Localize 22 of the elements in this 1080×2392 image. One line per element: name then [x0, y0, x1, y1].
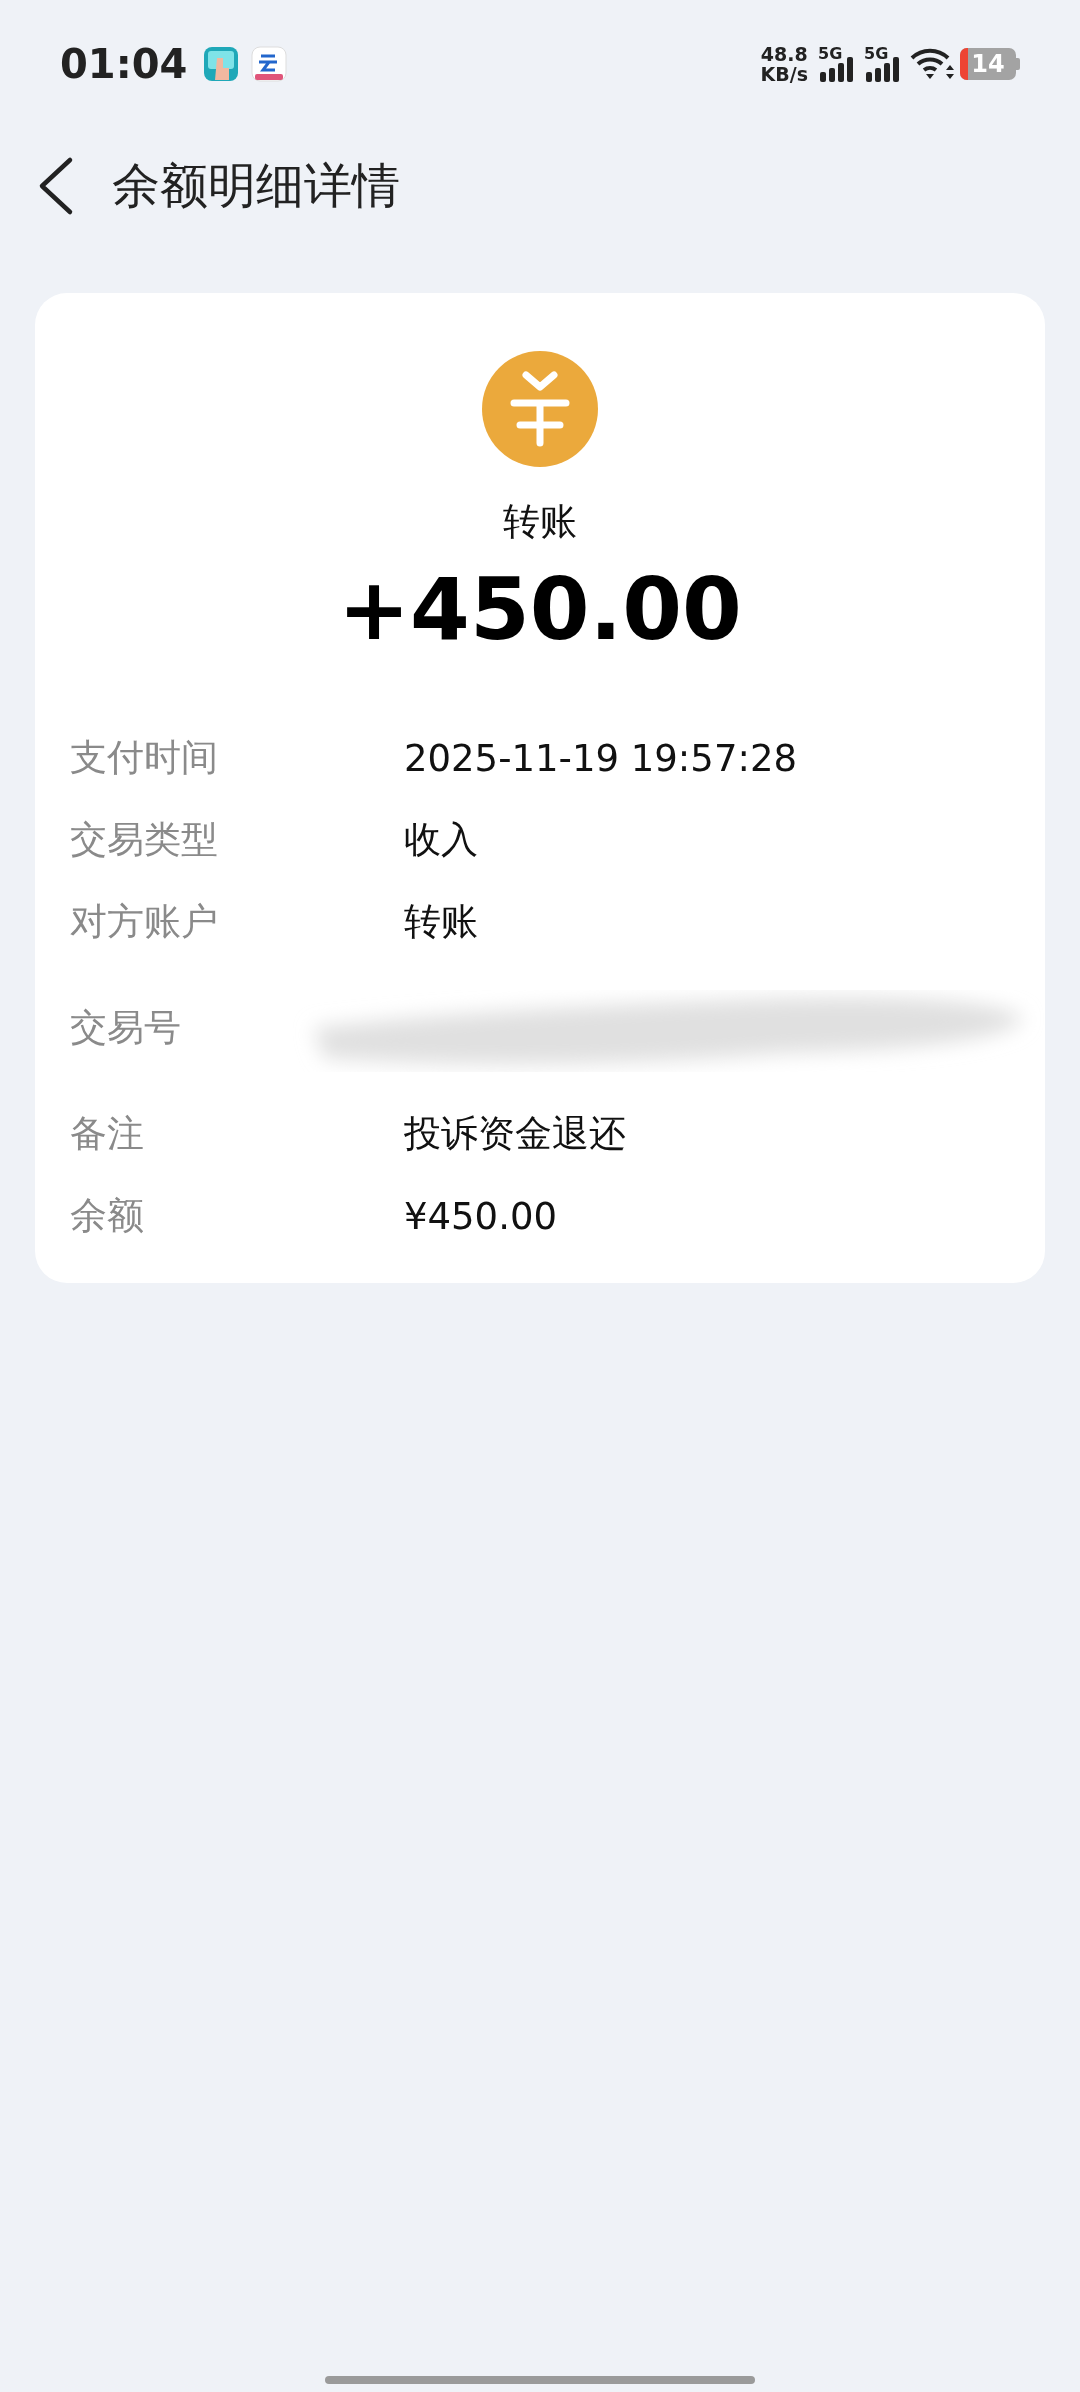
detail-label: 对方账户 [70, 899, 219, 945]
detail-label: 支付时间 [70, 735, 219, 781]
yuan-icon [482, 351, 598, 467]
detail-label: 交易号 [70, 1005, 182, 1051]
detail-label: 余额 [70, 1193, 145, 1239]
transaction-category: 转账 [503, 499, 577, 545]
network-type: 5G [818, 44, 843, 63]
network-speed: 48.8 [760, 44, 808, 64]
detail-value: ¥450.00 [404, 1194, 557, 1238]
detail-value: 转账 [404, 899, 478, 945]
detail-value: 收入 [404, 817, 478, 863]
app-icon [251, 46, 288, 82]
clock: 01:04 [60, 41, 188, 87]
page-title: 余额明细详情 [112, 156, 400, 215]
speed-unit: KB/s [760, 64, 808, 84]
detail-value: 投诉资金退还 [404, 1111, 626, 1157]
detail-label: 交易类型 [70, 817, 219, 863]
app-icon [203, 46, 240, 82]
network-type: 5G [864, 44, 889, 63]
detail-value: 2025-11-19 19:57:28 [404, 736, 797, 780]
detail-label: 备注 [70, 1111, 145, 1157]
transaction-amount: +450.00 [338, 559, 742, 659]
